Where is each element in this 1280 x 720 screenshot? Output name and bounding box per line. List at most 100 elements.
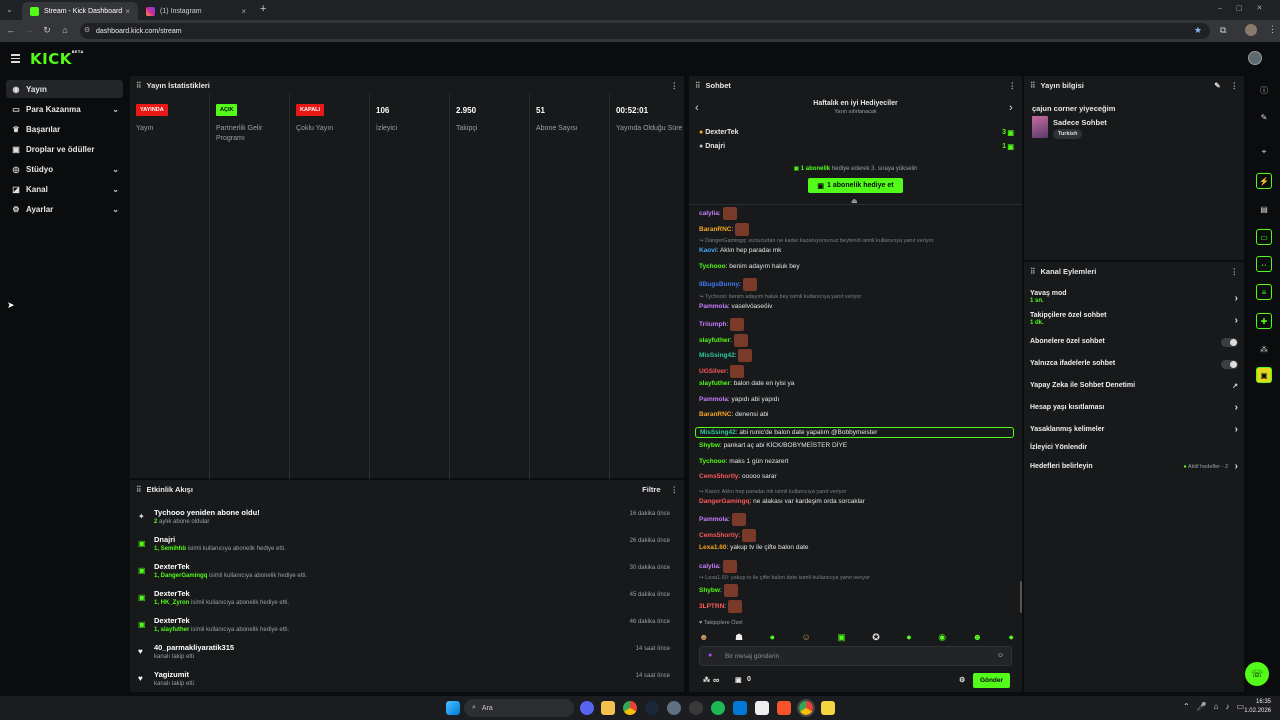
user-avatar[interactable] (1248, 51, 1262, 65)
emoji-icon[interactable]: ☺ (997, 652, 1004, 659)
chat-message[interactable]: IIBugsBunny: (699, 278, 757, 291)
obs-icon[interactable] (689, 701, 703, 715)
emote-icon[interactable]: ✪ (872, 632, 880, 643)
hamburger-menu-icon[interactable] (11, 54, 20, 63)
chat-message[interactable]: slayfuther: (699, 333, 748, 347)
chrome-icon[interactable] (623, 701, 637, 715)
address-bar[interactable]: ⚙ dashboard.kick.com/stream ★ (80, 23, 1210, 39)
sidebar-item-yayin[interactable]: ◉ Yayın (6, 80, 123, 98)
emote-icon[interactable]: ● (770, 632, 775, 643)
extensions-icon[interactable]: ⧉ (1220, 25, 1226, 36)
chat-settings-icon[interactable]: ⚙ (959, 676, 965, 684)
profile-avatar[interactable] (1245, 24, 1257, 36)
chat-drag-icon[interactable]: ⠿ (695, 81, 701, 90)
chat-message[interactable]: Pammola: vaselvöaseöiv (699, 303, 772, 310)
actions-drag-icon[interactable]: ⠿ (1030, 267, 1036, 276)
reload-icon[interactable]: ↻ (40, 25, 54, 36)
chat-message[interactable]: Lexa1.60: yakup tv ile çifte balon date (699, 544, 809, 551)
chat-message[interactable]: Shybw: pankart aç abi KİCK/BOBYMEİSTER D… (699, 442, 847, 449)
windows-start-icon[interactable] (446, 701, 460, 715)
emote-icon[interactable]: ● (906, 632, 911, 643)
gift-icon[interactable]: ▣ (735, 676, 742, 684)
chat-message[interactable]: Kaovi: Aklın hep paradaı mk (699, 247, 781, 254)
file-explorer-icon[interactable] (601, 701, 615, 715)
chat-username[interactable]: slayfuther (699, 337, 730, 344)
chat-username[interactable]: BaranRNC (699, 226, 732, 233)
lightning-icon[interactable]: ⚡ (1256, 173, 1272, 189)
gift-sub-button[interactable]: ▣ 1 abonelik hediye et (808, 178, 903, 193)
app-icon[interactable] (755, 701, 769, 715)
home-icon[interactable]: ⌂ (58, 25, 72, 36)
steam-icon[interactable] (645, 701, 659, 715)
chat-username[interactable]: Tychooo (699, 263, 726, 270)
mic-icon[interactable]: ● (708, 652, 712, 659)
info-drag-icon[interactable]: ⠿ (1030, 81, 1036, 90)
spotify-icon[interactable] (711, 701, 725, 715)
chat-input[interactable]: ● Bir mesaj gönderin ☺ (699, 646, 1012, 666)
sidebar-item-ayarlar[interactable]: ⚙ Ayarlar ⌄ (6, 200, 123, 218)
sidebar-item-kanal[interactable]: ◪ Kanal ⌄ (6, 180, 123, 198)
tab-close-icon[interactable]: × (241, 7, 246, 16)
more-options-icon[interactable]: ⋮ (1009, 81, 1017, 90)
tab-instagram[interactable]: (1) Instagram × (138, 2, 254, 20)
chat-username[interactable]: Pammola (699, 516, 728, 523)
chat-username[interactable]: IIBugsBunny (699, 281, 739, 288)
points-icon[interactable]: ⁂ (703, 676, 710, 684)
chat-username[interactable]: Lexa1.60 (699, 544, 726, 551)
chat-message[interactable]: UGSilver: (699, 364, 745, 378)
vscode-icon[interactable] (733, 701, 747, 715)
action-ai-moderation[interactable]: Yapay Zeka ile Sohbet Denetimi ↗ (1030, 382, 1238, 390)
more-options-icon[interactable]: ⋮ (1231, 81, 1239, 90)
list-icon[interactable]: ≡ (1256, 284, 1272, 300)
chat-message[interactable]: Pammola: (699, 513, 746, 526)
tab-close-icon[interactable]: × (125, 7, 130, 16)
chat-username[interactable]: Pammola (699, 396, 728, 403)
chat-message[interactable]: Triiumph: (699, 318, 745, 331)
info-icon[interactable]: ⓘ (1256, 82, 1272, 98)
chat-username[interactable]: MisSsing42 (699, 352, 735, 359)
app-icon[interactable] (821, 701, 835, 715)
chat-username[interactable]: calylia (699, 563, 719, 570)
brave-icon[interactable] (777, 701, 791, 715)
more-options-icon[interactable]: ⋮ (1231, 267, 1239, 276)
edit-icon[interactable]: ✎ (1256, 109, 1272, 125)
chat-message[interactable]: 3LPTRN: (699, 599, 742, 613)
chat-icon[interactable]: ▭ (1256, 229, 1272, 245)
action-raid[interactable]: İzleyici Yönlendir (1030, 444, 1238, 451)
sidebar-item-studyo[interactable]: ◎ Stüdyo ⌄ (6, 160, 123, 178)
media-icon[interactable]: ▣ (1256, 367, 1272, 383)
chat-username[interactable]: Cems5hortly (699, 473, 738, 480)
stats-drag-icon[interactable]: ⠿ (136, 81, 142, 90)
chat-username[interactable]: MisSsing42 (700, 429, 736, 436)
chat-username[interactable]: calylia (699, 210, 719, 217)
emote-icon[interactable]: ☗ (735, 632, 743, 643)
chat-username[interactable]: Triiumph (699, 321, 726, 328)
chat-message[interactable]: MisSsing42: abi runic'de balon date yapa… (695, 426, 1014, 438)
chat-username[interactable]: Pammola (699, 303, 728, 310)
filter-button[interactable]: Filtre (642, 485, 660, 494)
chat-message[interactable]: Shybw: (699, 584, 738, 597)
chat-message[interactable]: BaranRNC: denensi abi (699, 411, 768, 418)
action-banned-words[interactable]: Yasaklanmış kelimeler › (1030, 424, 1238, 435)
chat-message-list[interactable]: calylia: BaranRNC: ↪ DangerGamingq: sunu… (689, 206, 1022, 616)
chat-scrollbar[interactable] (1020, 581, 1022, 613)
chat-message[interactable]: calylia: (699, 207, 737, 220)
chat-username[interactable]: BaranRNC (699, 411, 732, 418)
chat-username[interactable]: Kaovi (699, 247, 717, 254)
tab-kick-dashboard[interactable]: Stream - Kick Dashboard × (22, 2, 138, 20)
chrome-icon[interactable] (797, 699, 815, 717)
chat-message[interactable]: Cems5hortly: ooooo sarar (699, 473, 777, 480)
emotes-only-toggle[interactable] (1221, 360, 1238, 369)
chat-username[interactable]: UGSilver (699, 368, 726, 375)
chat-username[interactable]: 3LPTRN (699, 603, 724, 610)
chat-username[interactable]: slayfuther (699, 380, 730, 387)
emote-row[interactable]: ☻ ☗ ● ☺ ▣ ✪ ● ◉ ☻ ● (699, 632, 1014, 643)
chat-username[interactable]: Cems5hortly (699, 532, 738, 539)
bookmark-star-icon[interactable]: ★ (1194, 25, 1202, 36)
sidebar-item-basarilar[interactable]: ♛ Başarılar (6, 120, 123, 138)
emote-icon[interactable]: ▣ (837, 632, 846, 643)
window-controls[interactable]: –▢✕ (1218, 4, 1276, 12)
edit-icon[interactable]: ✎ (1214, 81, 1220, 90)
more-options-icon[interactable]: ⋮ (671, 81, 679, 90)
target-icon[interactable]: ⌖ (1256, 144, 1272, 160)
